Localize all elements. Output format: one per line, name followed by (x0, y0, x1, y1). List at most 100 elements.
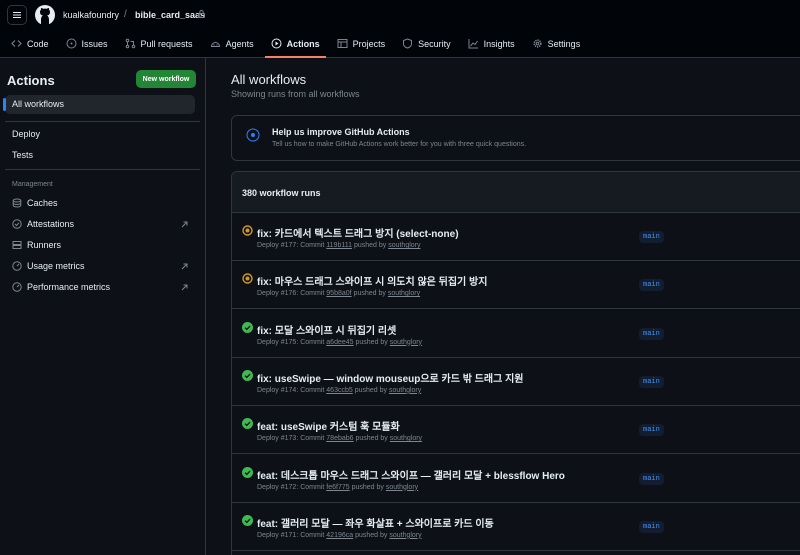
tab-pull-requests[interactable]: Pull requests (119, 30, 199, 57)
run-user[interactable]: southglory (389, 532, 421, 539)
run-title[interactable]: fix: 카드에서 텍스트 드래그 방지 (select-none) (257, 225, 459, 240)
run-meta: Deploy #176: Commit 95b8a0f pushed by so… (257, 290, 421, 298)
code-icon (11, 40, 22, 47)
tab-projects-label: Projects (352, 38, 386, 49)
page-subtitle: Showing runs from all workflows (231, 89, 360, 99)
run-user[interactable]: southglory (390, 435, 422, 442)
page-title: All workflows (231, 72, 307, 87)
run-title[interactable]: fix: 모달 스와이프 시 뒤집기 리셋 (257, 322, 396, 337)
sidebar-item-runners[interactable]: Runners (12, 240, 61, 250)
run-commit[interactable]: 119b111 (326, 242, 352, 249)
run-title[interactable]: fix: 마우스 드래그 스와이프 시 의도치 않은 뒤집기 방지 (257, 273, 487, 288)
run-user[interactable]: southglory (388, 290, 420, 297)
run-workflow[interactable]: Deploy (257, 435, 279, 442)
tab-insights[interactable]: Insights (462, 30, 521, 57)
sidebar-item-caches[interactable]: Caches (12, 198, 58, 208)
branch-badge[interactable]: main (639, 231, 664, 243)
run-user[interactable]: southglory (388, 242, 420, 249)
sidebar-item-tests[interactable]: Tests (12, 150, 33, 160)
sidebar-item-all-workflows[interactable]: All workflows (3, 95, 195, 114)
tab-security-label: Security (418, 38, 451, 49)
run-user[interactable]: southglory (390, 339, 422, 346)
workflow-run-row[interactable]: fix: 카드에서 텍스트 드래그 방지 (select-none) Deploy… (232, 213, 800, 261)
run-pushed-by: pushed by (355, 531, 388, 539)
success-check-icon (242, 514, 253, 526)
workflow-run-row[interactable]: fix: 마우스 드래그 스와이프 시 의도치 않은 뒤집기 방지 Deploy … (232, 261, 800, 310)
in-progress-icon (242, 225, 253, 236)
repo-nav: Code Issues Pull requests Agents Actions… (0, 30, 586, 58)
run-commit[interactable]: 78ebab6 (326, 435, 353, 442)
cache-icon (12, 198, 22, 208)
run-meta: Deploy #177: Commit 119b111 pushed by so… (257, 242, 421, 249)
sidebar-item-label: Runners (27, 240, 62, 250)
branch-badge[interactable]: main (639, 472, 664, 485)
run-commit[interactable]: fe6f775 (326, 484, 349, 491)
run-pushed-by: pushed by (351, 483, 384, 491)
branch-badge[interactable]: main (639, 520, 664, 533)
new-workflow-button[interactable]: New workflow (136, 70, 196, 88)
branch-badge[interactable]: main (639, 279, 664, 292)
hamburger-icon (13, 12, 21, 18)
banner-title[interactable]: Help us improve GitHub Actions (272, 127, 410, 137)
sidebar-item-label: Usage metrics (27, 261, 85, 271)
tab-actions[interactable]: Actions (264, 30, 326, 58)
shield-icon (403, 38, 413, 49)
run-title[interactable]: feat: 데스크톱 마우스 드래그 스와이프 — 갤러리 모달 + bless… (257, 467, 565, 482)
server-icon (12, 241, 22, 249)
sidebar-item-deploy[interactable]: Deploy (12, 129, 40, 139)
tab-security[interactable]: Security (396, 30, 457, 57)
run-commit[interactable]: 95b8a0f (326, 290, 351, 297)
run-user[interactable]: southglory (386, 484, 418, 491)
run-workflow[interactable]: Deploy (257, 339, 279, 346)
workflow-run-row[interactable]: feat: useSwipe 커스텀 훅 모듈화 Deploy #173: Com… (232, 406, 800, 455)
sidebar-item-performance-metrics[interactable]: Performance metrics (12, 282, 110, 292)
run-workflow[interactable]: Deploy (257, 387, 279, 394)
run-workflow[interactable]: Deploy (257, 532, 279, 539)
tab-code[interactable]: Code (5, 30, 55, 57)
workflow-run-row[interactable]: feat: 갤러리 모달 — 좌우 화살표 + 스와이프로 카드 이동 Deplo… (232, 503, 800, 551)
github-logo-icon[interactable] (35, 5, 55, 25)
run-meta: Deploy #173: Commit 78ebab6 pushed by so… (257, 435, 423, 443)
sidebar-section-management: Management (12, 181, 53, 188)
divider (5, 169, 200, 170)
play-icon (271, 38, 282, 49)
tab-issues-label: Issues (81, 38, 108, 49)
tab-issues[interactable]: Issues (60, 30, 114, 57)
workflow-run-row[interactable]: feat: 데스크톱 마우스 드래그 스와이프 — 갤러리 모달 + bless… (232, 455, 800, 503)
sidebar-item-attestations[interactable]: Attestations (12, 219, 74, 229)
run-commit[interactable]: 463ccb5 (326, 387, 352, 394)
tab-agents-label: Agents (225, 38, 254, 49)
run-workflow[interactable]: Deploy (257, 290, 279, 297)
tab-settings[interactable]: Settings (526, 30, 587, 57)
sidebar-item-label: All workflows (12, 99, 65, 109)
breadcrumb-owner[interactable]: kualkafoundry (63, 10, 119, 20)
run-workflow[interactable]: Deploy (257, 242, 279, 249)
external-link-icon (181, 221, 188, 228)
breadcrumb-repo[interactable]: bible_card_saas (135, 10, 205, 20)
run-workflow[interactable]: Deploy (257, 484, 279, 491)
sidebar-item-usage-metrics[interactable]: Usage metrics (12, 261, 85, 271)
branch-badge[interactable]: main (639, 327, 664, 340)
branch-badge[interactable]: main (639, 424, 664, 437)
run-title[interactable]: fix: useSwipe — window mouseup으로 카드 밖 드래… (257, 370, 523, 385)
run-title[interactable]: feat: 갤러리 모달 — 좌우 화살표 + 스와이프로 카드 이동 (257, 515, 494, 530)
workflow-run-row[interactable]: fix: useSwipe — window mouseup으로 카드 밖 드래… (232, 358, 800, 406)
tab-agents[interactable]: Agents (204, 30, 260, 57)
workflow-run-row[interactable]: fix: 모달 스와이프 시 뒤집기 리셋 Deploy #175: Commit… (232, 310, 800, 358)
in-progress-icon (242, 273, 253, 284)
run-title[interactable]: feat: useSwipe 커스텀 훅 모듈화 (257, 418, 400, 433)
run-pushed-by: pushed by (354, 386, 388, 394)
app-header: kualkafoundry / bible_card_saas Code Iss… (0, 0, 800, 58)
banner-text: Tell us how to make GitHub Actions work … (272, 141, 527, 148)
menu-button[interactable] (7, 5, 27, 25)
run-number: #177 (280, 242, 297, 249)
actions-sidebar: Actions New workflow All workflows Deplo… (0, 58, 206, 555)
tab-projects[interactable]: Projects (331, 30, 392, 57)
branch-badge[interactable]: main (639, 375, 664, 388)
run-user[interactable]: southglory (389, 387, 421, 394)
issue-icon (66, 38, 77, 49)
run-commit[interactable]: 42196ca (326, 532, 353, 539)
success-check-icon (242, 369, 253, 381)
meter-icon (12, 261, 22, 271)
run-commit[interactable]: a6dee45 (326, 339, 353, 346)
